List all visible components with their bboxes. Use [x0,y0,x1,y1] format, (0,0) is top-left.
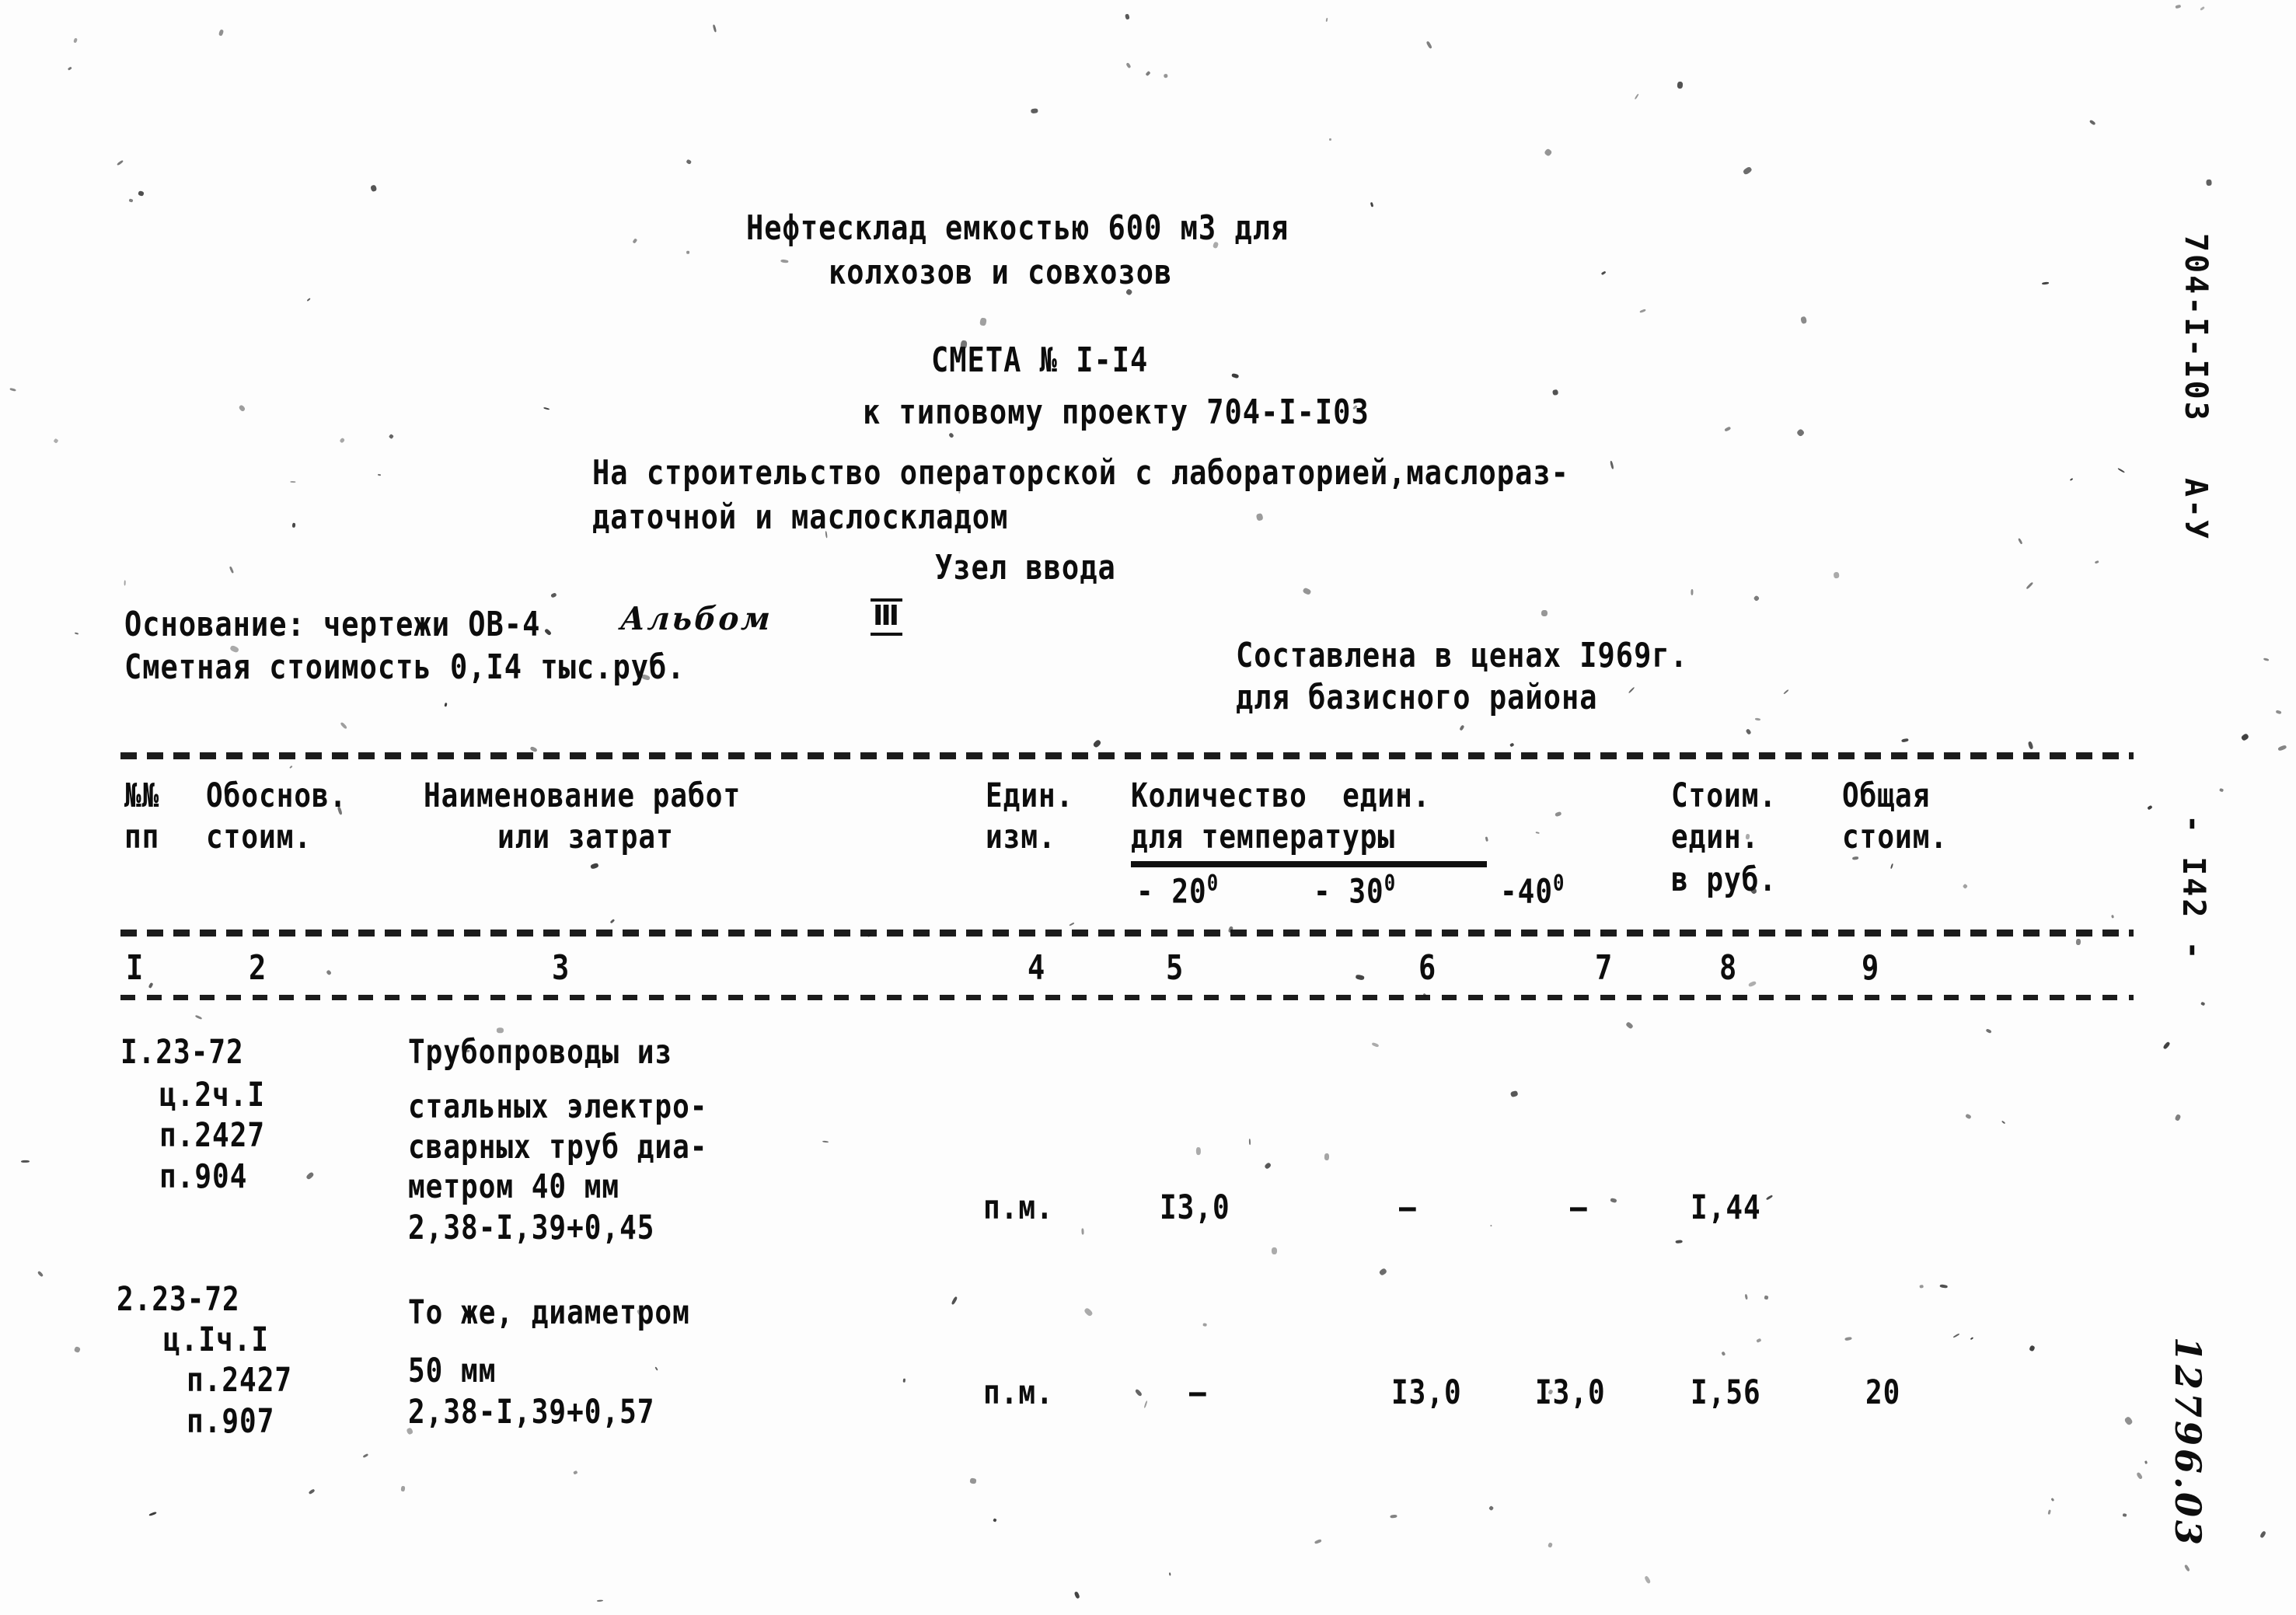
header-unit-line1: Един. [986,777,1074,815]
table-top-rule [120,752,2134,759]
header-quantity-line2: для температуры [1131,818,1396,856]
row1-name-line4: метром 40 мм [408,1168,620,1206]
header-basis-line2: стоим. [206,818,312,856]
doc-title-line2: колхозов и совхозов [829,253,1173,292]
header-temp-minus20-degree: 0 [1206,870,1219,897]
column-number-7: 7 [1595,948,1614,988]
basis-album-handwritten: Альбом [619,600,774,638]
table-columns-bottom-rule [120,995,2134,1000]
header-temp-minus40-value: -40 [1500,873,1554,911]
row1-basis-line1: I.23-72 [120,1034,244,1072]
row1-basis-line2: ц.2ч.I [159,1076,266,1114]
margin-sheet-code: А-У [2178,478,2214,542]
row2-qty-minus20: – [1189,1374,1207,1412]
column-number-4: 4 [1028,948,1046,988]
prices-basis-line1: Составлена в ценах I969г. [1236,636,1688,675]
header-temp-minus40-degree: 0 [1553,870,1565,897]
header-totalcost-line2: стоим. [1842,818,1949,856]
purpose-line2: даточной и маслоскладом [592,497,1009,537]
header-no-line2: пп [124,818,160,856]
row2-unit: п.м. [983,1374,1054,1412]
row2-unit-cost: I,56 [1691,1374,1761,1412]
column-number-1: I [126,948,145,988]
row2-total-cost: 20 [1865,1374,1901,1412]
header-temp-minus40: -400 [1500,870,1564,911]
header-unitcost-line1: Стоим. [1671,777,1778,815]
doc-title-line1: Нефтесклад емкостью 600 м3 для [746,208,1289,248]
header-temp-minus20-value: - 20 [1136,873,1207,911]
row2-name-line3: 2,38-I,39+0,57 [408,1394,655,1432]
row1-qty-minus30: – [1399,1189,1417,1227]
column-number-8: 8 [1719,948,1738,988]
header-quantity-line1: Количество един. [1131,777,1431,815]
estimate-number: СМЕТА № I-I4 [931,340,1149,380]
header-quantity-underline [1131,861,1487,867]
column-number-6: 6 [1418,948,1437,988]
margin-project-code: 704-I-I03 [2178,233,2214,423]
scanned-document-page: Нефтесклад емкостью 600 м3 для колхозов … [0,0,2296,1615]
header-temp-minus30-degree: 0 [1384,870,1396,897]
margin-page-number: - I42 - [2176,814,2211,962]
header-unit-line2: изм. [986,818,1056,856]
row1-name-line3: сварных труб диа- [408,1128,708,1167]
basis-label: Основание: чертежи ОВ-4 [124,605,541,644]
column-number-9: 9 [1862,948,1880,988]
column-number-5: 5 [1166,948,1185,988]
row1-basis-line4: п.904 [159,1158,248,1196]
project-reference: к типовому проекту 704-I-I03 [863,392,1370,432]
basis-album-roman-numeral: Ⅲ [871,598,903,636]
header-temp-minus20: - 200 [1136,870,1218,911]
table-header-bottom-rule [120,930,2134,937]
cost-summary: Сметная стоимость 0,I4 тыс.руб. [124,647,686,687]
row2-basis-line2: ц.Iч.I [163,1321,270,1359]
prices-basis-line2: для базисного района [1236,678,1598,717]
margin-archive-number: 12796.03 [2167,1337,2209,1549]
row1-qty-minus20: I3,0 [1160,1189,1230,1227]
header-totalcost-line1: Общая [1842,777,1931,815]
row1-unit-cost: I,44 [1691,1189,1761,1227]
row2-name-line1: То же, диаметром [408,1294,690,1332]
header-unitcost-line2: един. [1671,818,1760,856]
header-name-line1: Наименование работ [424,777,741,815]
header-no-line1: №№ [124,777,160,815]
row1-unit: п.м. [983,1189,1054,1227]
row1-name-line5: 2,38-I,39+0,45 [408,1209,655,1247]
header-temp-minus30: - 300 [1314,870,1395,911]
row2-basis-line1: 2.23-72 [117,1281,240,1319]
purpose-line1: На строительство операторской с лаборато… [592,453,1569,493]
row1-name-line1: Трубопроводы из [408,1034,673,1072]
row2-qty-minus30: I3,0 [1391,1374,1462,1412]
section-title: Узел ввода [935,548,1116,588]
header-name-line2: или затрат [497,818,674,856]
header-basis-line1: Обоснов. [206,777,347,815]
header-temp-minus30-value: - 30 [1314,873,1384,911]
row1-name-line2: стальных электро- [408,1088,708,1126]
column-number-3: 3 [552,948,571,988]
row1-basis-line3: п.2427 [159,1117,266,1155]
row2-basis-line4: п.907 [187,1403,275,1441]
row2-qty-minus40: I3,0 [1535,1374,1606,1412]
column-number-2: 2 [249,948,267,988]
row2-basis-line3: п.2427 [187,1362,293,1400]
document-body: Нефтесклад емкостью 600 м3 для колхозов … [0,0,2296,1615]
row2-name-line2: 50 мм [408,1352,497,1390]
header-unitcost-line3: в руб. [1671,861,1778,899]
row1-qty-minus40: – [1570,1189,1588,1227]
